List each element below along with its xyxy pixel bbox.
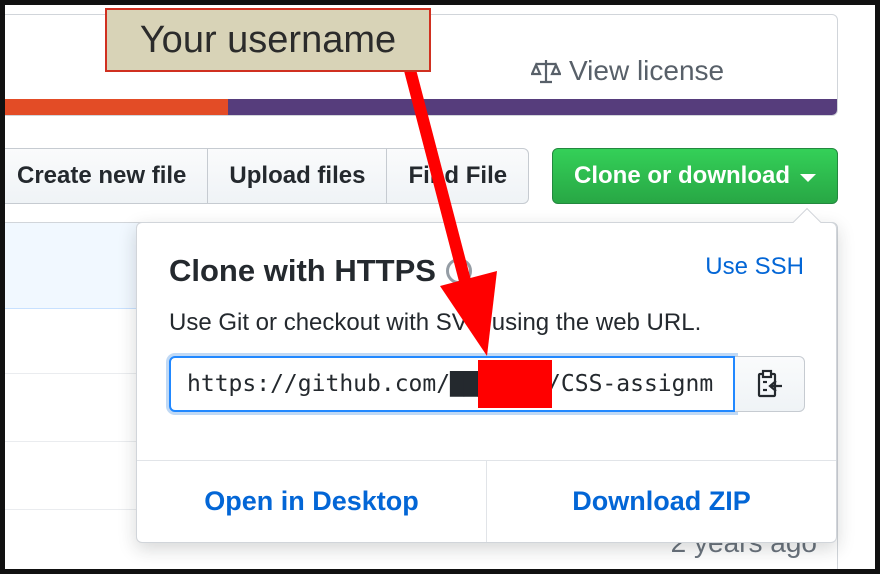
view-license-link[interactable]: View license xyxy=(531,55,724,87)
help-icon[interactable] xyxy=(445,258,472,284)
use-ssh-link[interactable]: Use SSH xyxy=(705,253,804,281)
copy-url-button[interactable] xyxy=(735,356,805,412)
clone-dropdown-footer: Open in Desktop Download ZIP xyxy=(137,460,836,542)
clone-title-text: Clone with HTTPS xyxy=(169,253,436,288)
clipboard-icon xyxy=(757,369,782,398)
download-zip-button[interactable]: Download ZIP xyxy=(486,461,836,542)
username-redaction xyxy=(478,360,552,408)
chevron-down-icon xyxy=(800,174,816,182)
upload-files-button[interactable]: Upload files xyxy=(208,148,388,204)
clone-description: Use Git or checkout with SVN using the w… xyxy=(169,309,702,336)
clone-title: Clone with HTTPS xyxy=(169,253,472,289)
language-bar xyxy=(0,99,837,115)
create-new-file-button[interactable]: Create new file xyxy=(0,148,209,204)
find-file-button[interactable]: Find File xyxy=(387,148,530,204)
clone-url-input[interactable] xyxy=(169,356,735,412)
language-segment-0 xyxy=(0,99,228,115)
open-in-desktop-button[interactable]: Open in Desktop xyxy=(137,461,486,542)
scale-icon xyxy=(531,60,561,84)
clone-or-download-label: Clone or download xyxy=(574,162,790,189)
language-segment-1 xyxy=(227,99,837,115)
clone-or-download-button[interactable]: Clone or download xyxy=(552,148,838,204)
file-actions: Create new file Upload files Find File xyxy=(0,148,530,204)
view-license-label: View license xyxy=(569,55,725,86)
dropdown-pointer xyxy=(792,207,822,237)
username-callout: Your username xyxy=(105,8,431,72)
